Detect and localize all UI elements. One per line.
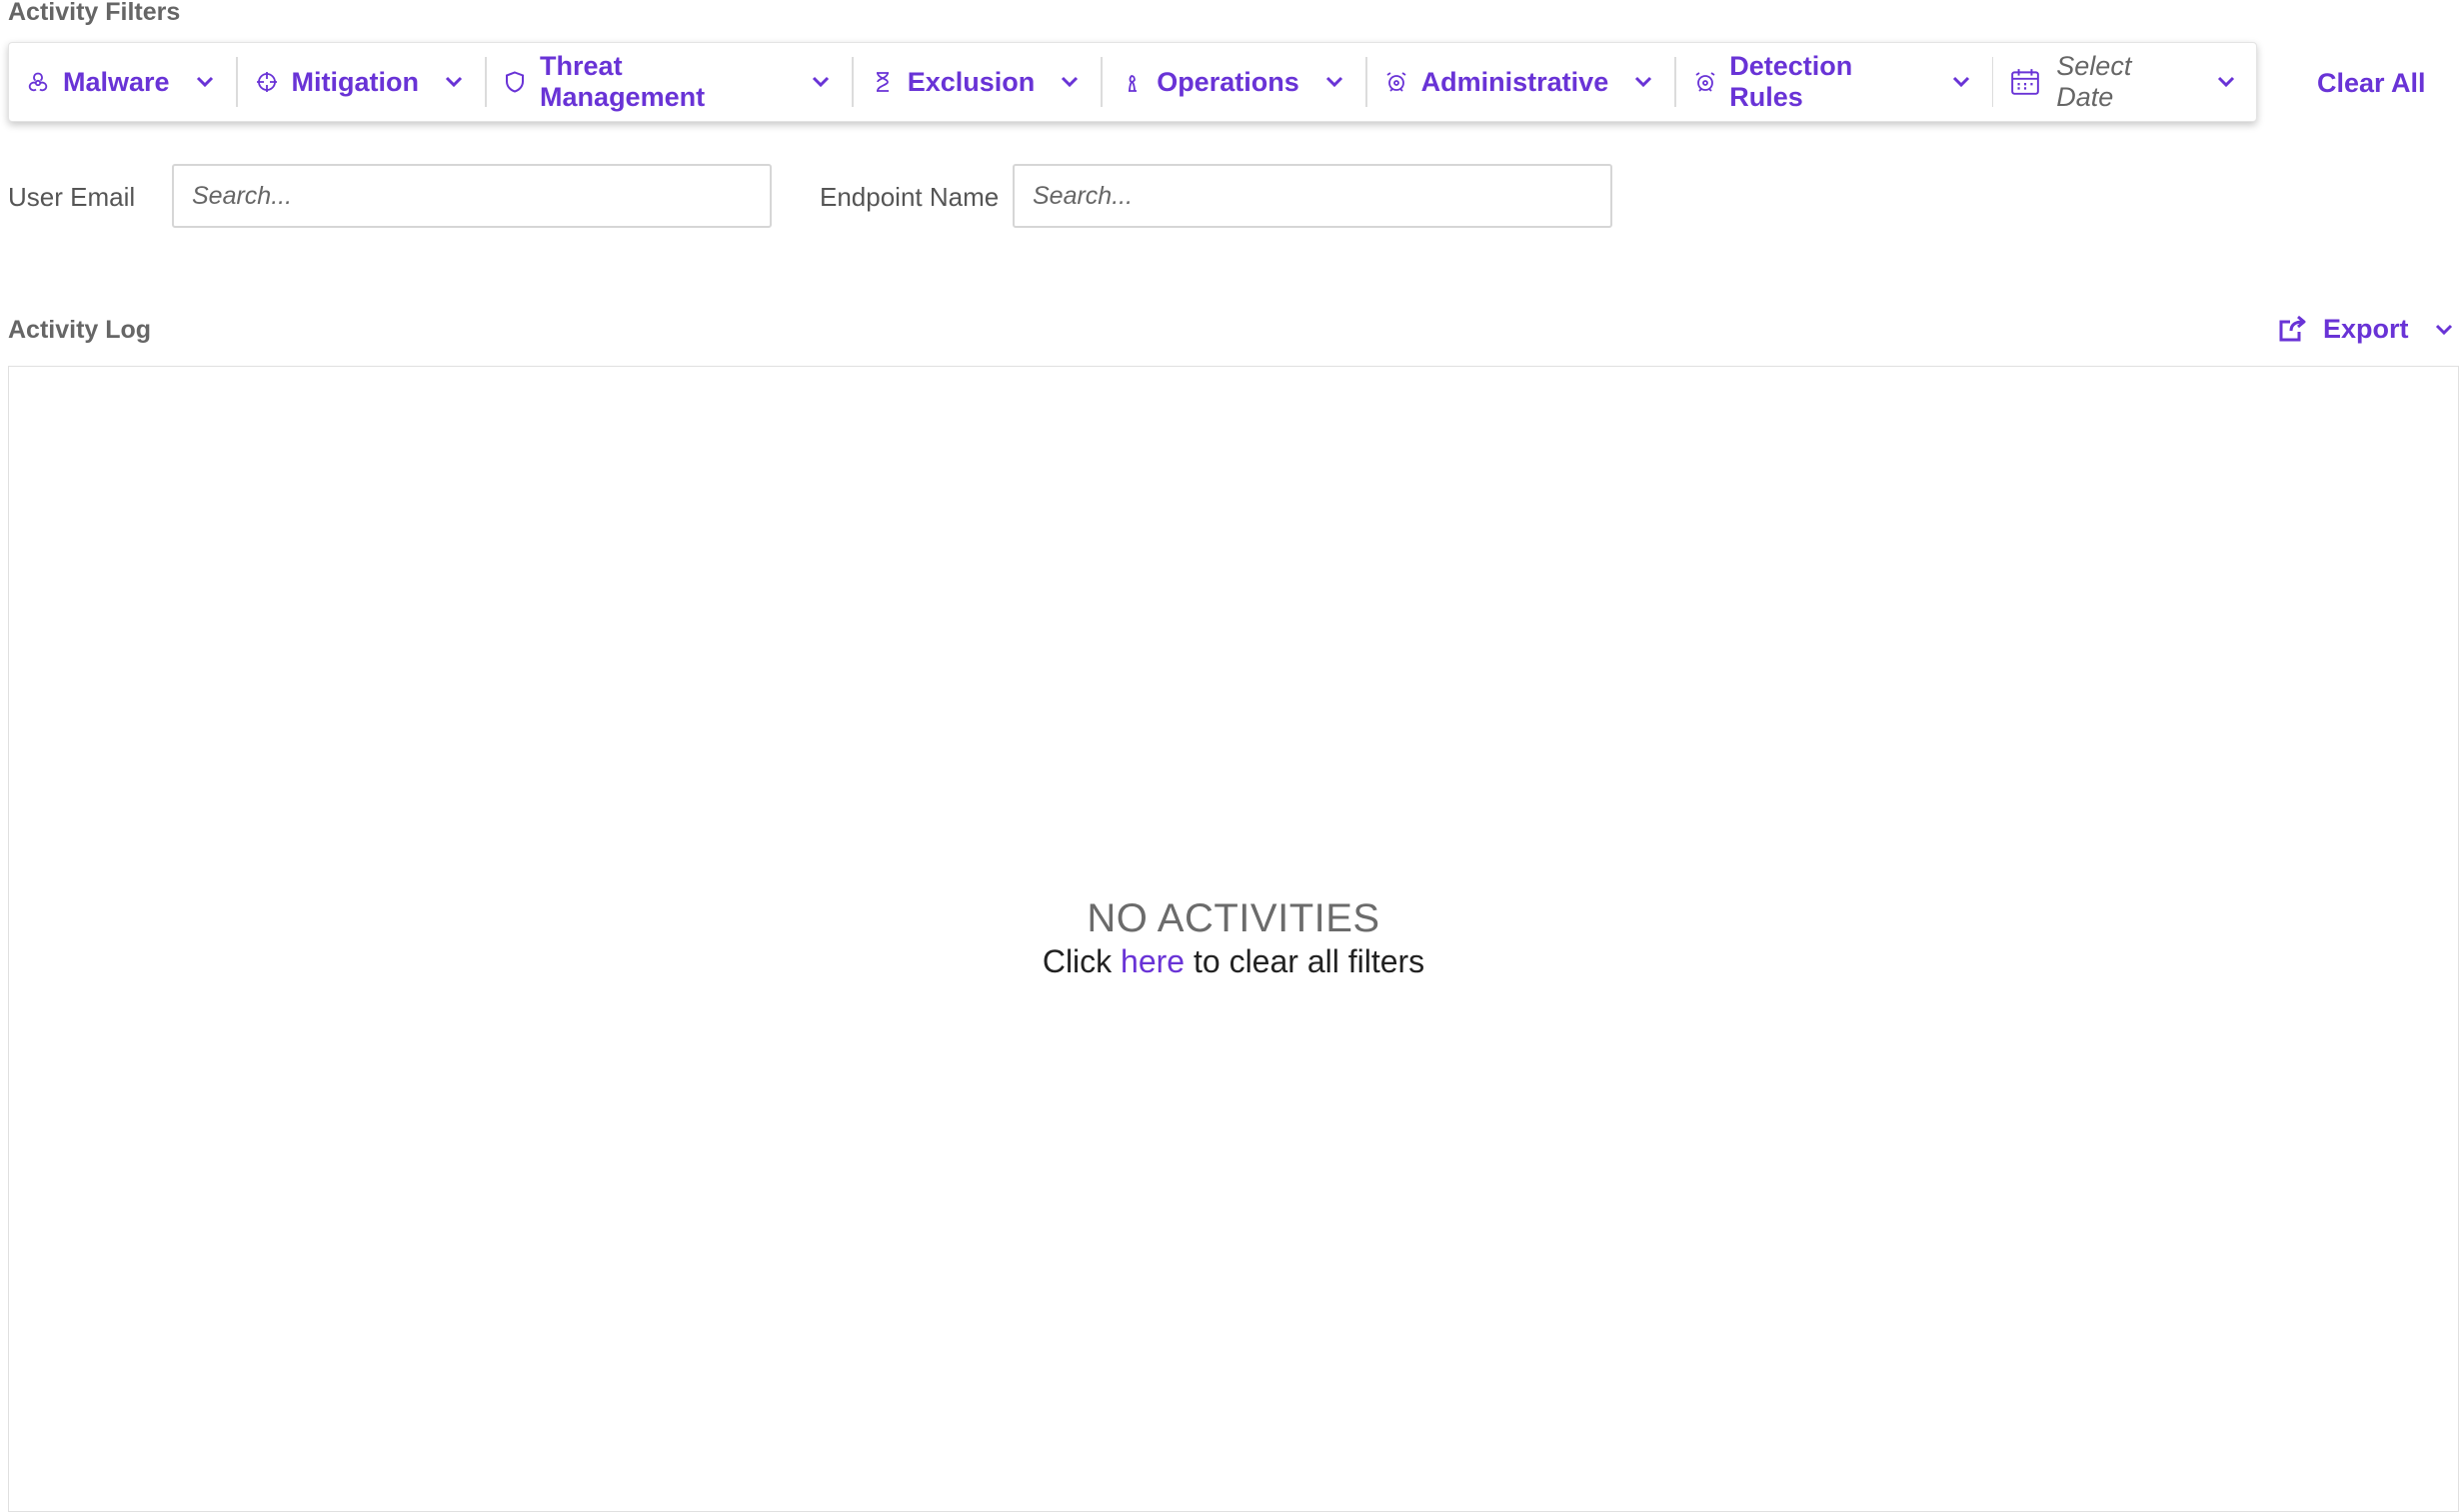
filter-label: Administrative: [1420, 66, 1609, 97]
filter-exclusion[interactable]: Exclusion: [854, 43, 1102, 121]
hourglass-icon: [870, 69, 896, 95]
chevron-down-icon: [1061, 72, 1081, 92]
chevron-down-icon: [1634, 72, 1654, 92]
endpoint-name-search-input[interactable]: [1013, 164, 1612, 228]
user-email-search-input[interactable]: [172, 164, 772, 228]
activity-log-title: Activity Log: [8, 316, 152, 344]
empty-state-hint: Click here to clear all filters: [9, 943, 2458, 980]
activity-log-panel: NO ACTIVITIES Click here to clear all fi…: [8, 366, 2459, 1512]
alarm-icon: [1692, 69, 1717, 95]
filter-label: Exclusion: [907, 66, 1036, 97]
biohazard-icon: [25, 69, 51, 95]
filter-label: Operations: [1157, 66, 1299, 97]
filter-operations[interactable]: Operations: [1103, 43, 1365, 121]
chevron-down-icon: [812, 72, 831, 92]
filter-detection-rules[interactable]: Detection Rules: [1676, 43, 1991, 121]
chevron-down-icon: [1325, 72, 1345, 92]
chevron-down-icon: [445, 72, 465, 92]
export-label: Export: [2323, 314, 2409, 344]
chess-piece-icon: [1119, 69, 1145, 95]
endpoint-name-label: Endpoint Name: [820, 182, 1000, 212]
chevron-down-icon: [2217, 72, 2236, 92]
shield-icon: [503, 69, 528, 95]
clear-all-button[interactable]: Clear All: [2317, 68, 2426, 99]
hint-suffix: to clear all filters: [1193, 943, 1425, 979]
alarm-icon: [1383, 69, 1409, 95]
empty-state-title: NO ACTIVITIES: [1087, 896, 1380, 940]
chevron-down-icon: [2435, 324, 2452, 335]
export-icon: [2279, 315, 2306, 341]
filter-administrative[interactable]: Administrative: [1367, 43, 1675, 121]
empty-state: NO ACTIVITIES Click here to clear all fi…: [9, 896, 2458, 980]
export-button[interactable]: Export: [2277, 314, 2453, 345]
filter-label: Threat Management: [540, 51, 706, 112]
filter-threat-management[interactable]: Threat Management: [487, 43, 852, 121]
chevron-down-icon: [1952, 72, 1971, 92]
filter-label: Mitigation: [291, 66, 419, 97]
activity-filters-title: Activity Filters: [8, 0, 181, 26]
calendar-icon: [2009, 69, 2040, 95]
user-email-label: User Email: [8, 182, 136, 212]
filter-label: Malware: [63, 66, 170, 97]
filter-bar: Malware Mitigation Threat Management Exc…: [8, 42, 2257, 122]
filter-label: Detection Rules: [1729, 51, 1853, 112]
filter-mitigation[interactable]: Mitigation: [238, 43, 485, 121]
hint-prefix: Click: [1042, 943, 1113, 979]
chevron-down-icon: [196, 72, 216, 92]
filter-malware[interactable]: Malware: [9, 43, 236, 121]
clear-filters-link[interactable]: here: [1121, 943, 1185, 979]
crosshair-icon: [254, 69, 280, 95]
filter-label: Select Date: [2056, 51, 2132, 112]
filter-select-date[interactable]: Select Date: [1993, 43, 2256, 121]
